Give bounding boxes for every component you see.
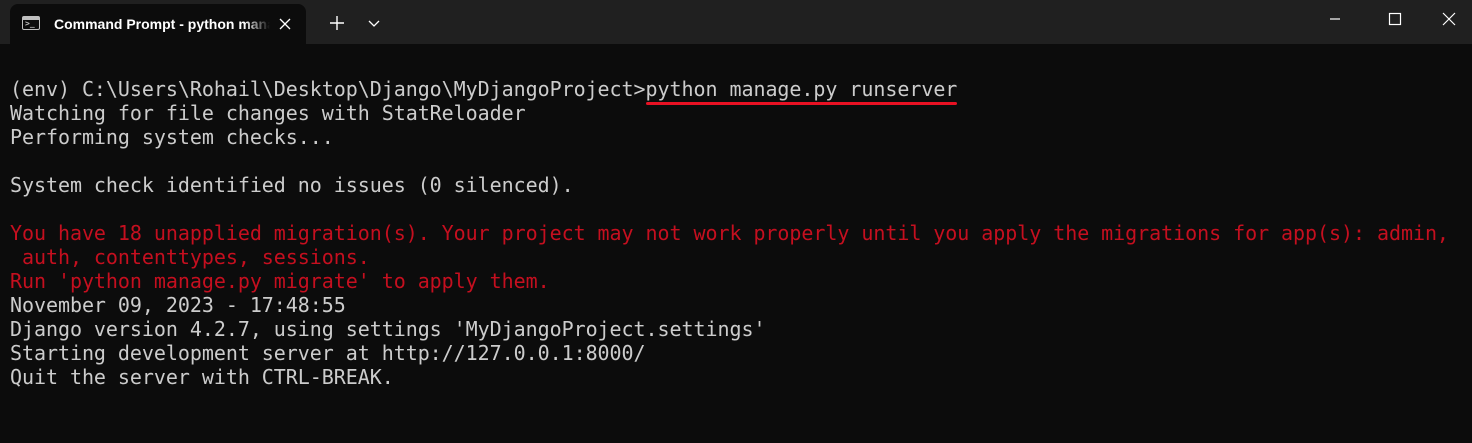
output-line: Django version 4.2.7, using settings 'My… xyxy=(10,317,766,341)
output-line: November 09, 2023 - 17:48:55 xyxy=(10,293,346,317)
output-line: System check identified no issues (0 sil… xyxy=(10,173,574,197)
output-line: Starting development server at http://12… xyxy=(10,341,646,365)
close-icon[interactable] xyxy=(1426,0,1472,38)
tab-title: Command Prompt - python manage.py runser… xyxy=(54,16,270,32)
command-text: python manage.py runserver xyxy=(645,77,957,105)
close-tab-icon[interactable] xyxy=(276,15,294,33)
command-underline xyxy=(645,102,958,105)
output-line: Performing system checks... xyxy=(10,125,334,149)
output-line: Quit the server with CTRL-BREAK. xyxy=(10,365,394,389)
tab-command-prompt[interactable]: >_ Command Prompt - python manage.py run… xyxy=(10,4,306,44)
title-bar: >_ Command Prompt - python manage.py run… xyxy=(0,0,1472,44)
terminal-output[interactable]: (env) C:\Users\Rohail\Desktop\Django\MyD… xyxy=(10,77,1470,389)
migration-warning-line: Run 'python manage.py migrate' to apply … xyxy=(10,269,550,293)
prompt-path: (env) C:\Users\Rohail\Desktop\Django\MyD… xyxy=(10,77,646,101)
migration-warning-line: auth, contenttypes, sessions. xyxy=(10,245,370,269)
minimize-icon[interactable] xyxy=(1312,0,1358,38)
maximize-icon[interactable] xyxy=(1372,0,1418,38)
new-tab-button[interactable] xyxy=(326,12,348,34)
terminal-icon: >_ xyxy=(22,16,40,30)
migration-warning-line: You have 18 unapplied migration(s). Your… xyxy=(10,221,1449,245)
chevron-down-icon[interactable] xyxy=(365,14,383,32)
prompt-line: (env) C:\Users\Rohail\Desktop\Django\MyD… xyxy=(10,77,1470,105)
